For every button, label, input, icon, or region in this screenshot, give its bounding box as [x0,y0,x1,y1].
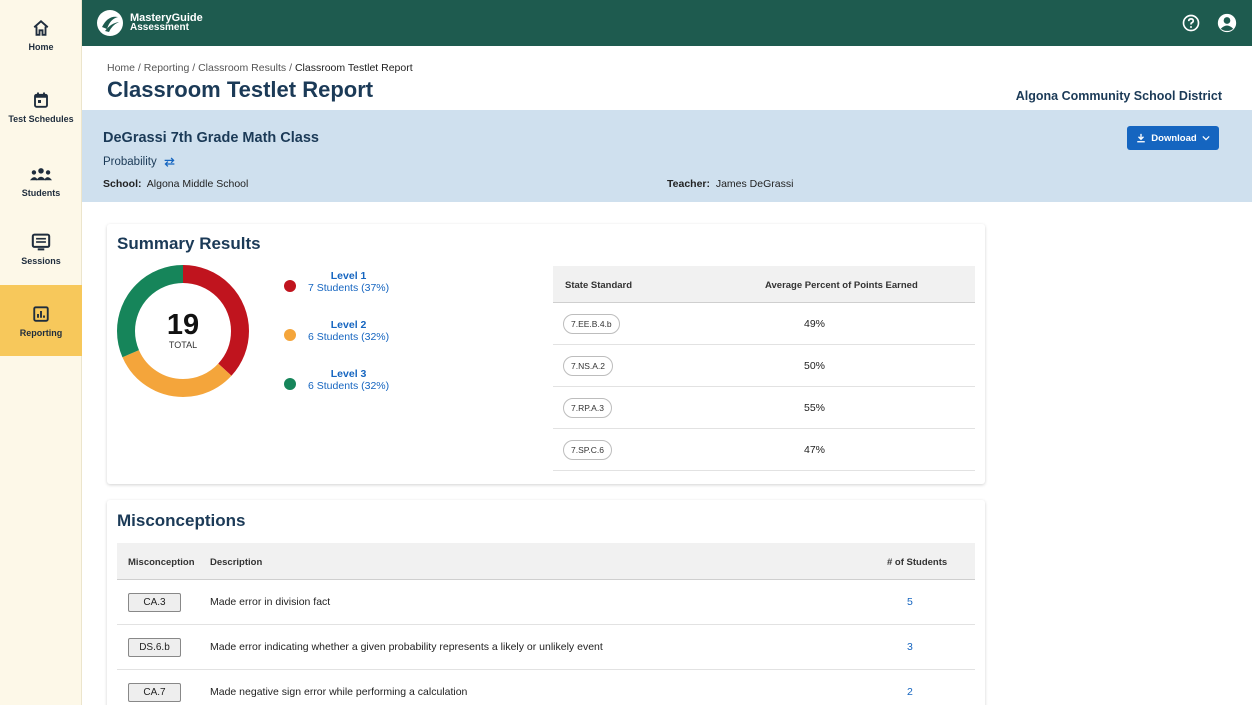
logo-icon [97,10,123,36]
table-header: Misconception Description # of Students [117,543,975,580]
legend-level-3-students: 6 Students (32%) [308,380,390,392]
misconception-description: Made negative sign error while performin… [210,686,468,698]
total-count: 19 [166,309,200,341]
standard-chip[interactable]: 7.EE.B.4.b [563,314,620,334]
table-row: 7.SP.C.6 47% [553,429,975,471]
sidebar-item-test-schedules[interactable]: Test Schedules [0,88,82,138]
student-count-link[interactable]: 3 [907,641,913,653]
legend-level-2-students: 6 Students (32%) [308,331,390,343]
student-count-link[interactable]: 2 [907,686,913,698]
sidebar-item-label: Test Schedules [8,114,74,124]
summary-title: Summary Results [117,234,261,253]
subject-label: Probability [103,156,157,168]
legend-level-1-students: 7 Students (37%) [308,282,390,294]
reporting-icon [29,302,53,326]
misconception-code[interactable]: CA.3 [128,593,181,612]
misconception-code[interactable]: CA.7 [128,683,181,702]
district-name: Algona Community School District [1015,89,1222,103]
chevron-down-icon [1202,135,1210,141]
legend-level-2[interactable]: Level 2 6 Students (32%) [284,319,389,343]
logo-line-2: Assessment [130,22,189,33]
sidebar-item-label: Sessions [21,256,61,266]
home-icon [29,16,53,40]
sidebar-item-home[interactable]: Home [0,16,82,66]
school-name: Algona Middle School [146,178,249,190]
column-header-average-percent: Average Percent of Points Earned [765,280,918,291]
page-title: Classroom Testlet Report [107,77,374,102]
calendar-icon [29,88,53,112]
table-row: DS.6.b Made error indicating whether a g… [117,625,975,670]
help-icon[interactable] [1180,12,1202,34]
legend-level-3-label: Level 3 [330,368,367,380]
column-header-state-standard: State Standard [565,280,633,291]
misconceptions-title: Misconceptions [117,511,246,530]
total-label: TOTAL [168,340,198,350]
breadcrumb-home[interactable]: Home [107,62,135,74]
table-row: 7.NS.A.2 50% [553,345,975,387]
app-logo[interactable]: MasteryGuide Assessment [96,9,203,37]
legend-level-1-label: Level 1 [330,270,367,282]
column-header-student-count: # of Students [887,557,948,568]
summary-results-card: Summary Results 19 TOTAL Level 1 7 Stude… [107,224,985,484]
sidebar-item-label: Students [21,188,61,198]
state-standard-table: State Standard Average Percent of Points… [553,266,975,471]
average-percent: 50% [804,360,826,372]
average-percent: 55% [804,402,826,414]
sessions-icon [29,230,53,254]
sidebar-item-label: Home [28,42,54,52]
legend-level-1[interactable]: Level 1 7 Students (37%) [284,270,389,294]
breadcrumb: Home / Reporting / Classroom Results / C… [107,62,413,74]
teacher-info: Teacher: James DeGrassi [667,178,794,190]
standard-chip[interactable]: 7.SP.C.6 [563,440,612,460]
legend-dot-level-1 [284,280,296,292]
misconceptions-card: Misconceptions Misconception Description… [107,500,985,705]
students-icon [29,162,53,186]
misconception-description: Made error in division fact [210,596,331,608]
school-info: School: Algona Middle School [103,178,249,190]
misconceptions-table: Misconception Description # of Students … [117,543,975,705]
student-count-link[interactable]: 5 [907,596,913,608]
standard-chip[interactable]: 7.NS.A.2 [563,356,614,376]
column-header-description: Description [210,557,263,568]
table-row: 7.EE.B.4.b 49% [553,303,975,345]
average-percent: 47% [804,444,826,456]
teacher-name: James DeGrassi [715,178,794,190]
legend-dot-level-2 [284,329,296,341]
sidebar: Home Test Schedules Students Sessions Re… [0,0,82,705]
sidebar-item-students[interactable]: Students [0,162,82,212]
account-icon[interactable] [1216,12,1238,34]
legend-level-3[interactable]: Level 3 6 Students (32%) [284,368,389,392]
standard-chip[interactable]: 7.RP.A.3 [563,398,612,418]
sidebar-item-sessions[interactable]: Sessions [0,230,82,280]
table-row: CA.3 Made error in division fact 5 [117,580,975,625]
swap-icon[interactable] [163,157,176,167]
legend-level-2-label: Level 2 [330,319,367,331]
subject-selector[interactable]: Probability [103,156,176,168]
table-row: CA.7 Made negative sign error while perf… [117,670,975,705]
column-header-misconception: Misconception [128,557,195,568]
table-header: State Standard Average Percent of Points… [553,266,975,303]
breadcrumb-classroom-results[interactable]: Classroom Results [198,62,286,74]
sidebar-item-label: Reporting [19,328,63,338]
top-bar: MasteryGuide Assessment [82,0,1252,46]
legend-dot-level-3 [284,378,296,390]
average-percent: 49% [804,318,826,330]
sidebar-item-reporting[interactable]: Reporting [0,285,82,356]
breadcrumb-reporting[interactable]: Reporting [144,62,190,74]
download-icon [1137,133,1146,143]
breadcrumb-current: Classroom Testlet Report [294,62,413,74]
misconception-code[interactable]: DS.6.b [128,638,181,657]
table-row: 7.RP.A.3 55% [553,387,975,429]
download-button[interactable]: Download [1127,126,1219,150]
misconception-description: Made error indicating whether a given pr… [210,641,603,653]
class-banner: DeGrassi 7th Grade Math Class Probabilit… [82,110,1252,202]
class-name: DeGrassi 7th Grade Math Class [103,130,319,146]
